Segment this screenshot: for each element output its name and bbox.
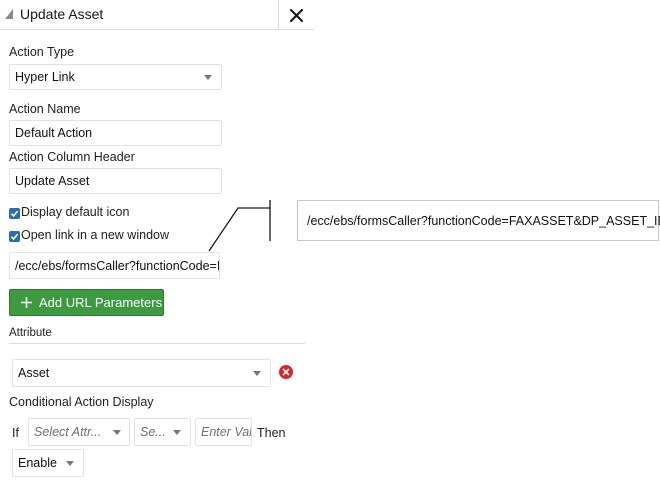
full-url-text: /ecc/ebs/formsCaller?functionCode=FAXASS… — [307, 213, 660, 228]
full-url-callout: /ecc/ebs/formsCaller?functionCode=FAXASS… — [297, 200, 660, 241]
